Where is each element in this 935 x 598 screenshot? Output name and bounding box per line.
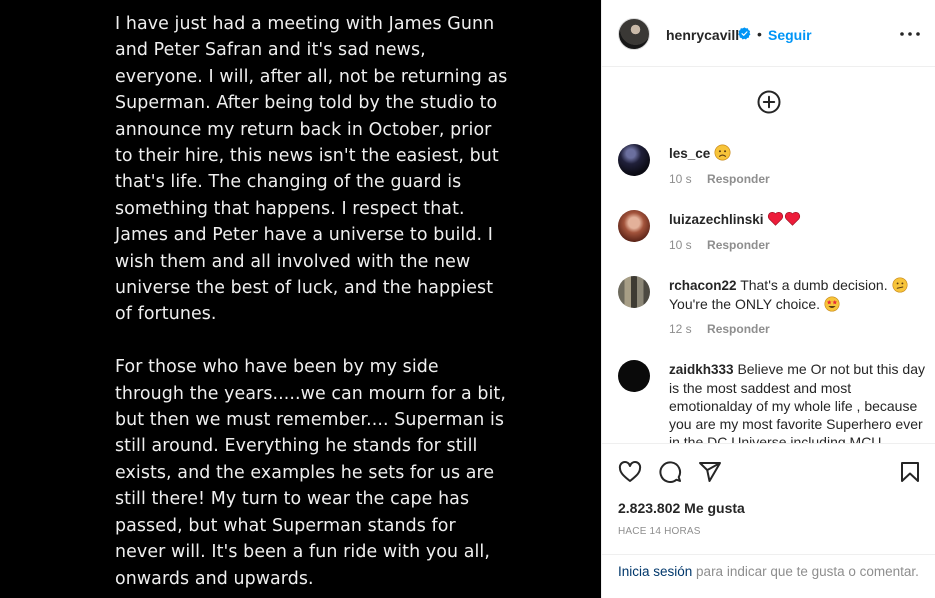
commenter-avatar[interactable] <box>618 276 650 308</box>
login-prompt-text: para indicar que te gusta o comentar. <box>692 564 919 579</box>
post-line: still there! My turn to wear the cape ha… <box>115 489 470 510</box>
post-image[interactable]: I have just had a meeting with James Gun… <box>0 0 601 598</box>
comment-meta: 10 s Responder <box>669 172 770 186</box>
comment-author[interactable]: rchacon22 <box>669 278 737 293</box>
post-line: For those who have been by my side <box>115 357 439 378</box>
more-options-icon[interactable] <box>898 25 922 43</box>
confused-face-emoji-icon <box>891 277 908 293</box>
comment-time: 12 s <box>669 322 692 336</box>
post-line: passed, but what Superman stands for <box>115 515 456 536</box>
comment-time: 10 s <box>669 238 692 252</box>
post-image-text: I have just had a meeting with James Gun… <box>115 11 595 592</box>
comment-meta: 12 s Responder <box>669 322 770 336</box>
heart-icon[interactable] <box>618 460 642 484</box>
login-prompt: Inicia sesión para indicar que te gusta … <box>602 554 935 598</box>
post-line: through the years.....we can mourn for a… <box>115 383 506 404</box>
post-line: everyone. I will, after all, not be retu… <box>115 66 508 87</box>
post-line: Superman. After being told by the studio… <box>115 93 498 114</box>
comment-author[interactable]: luizazechlinski <box>669 212 764 227</box>
login-link[interactable]: Inicia sesión <box>618 564 692 579</box>
plus-circle-icon[interactable] <box>757 90 781 114</box>
comment-body: les_ce <box>669 144 929 163</box>
commenter-avatar[interactable] <box>618 360 650 392</box>
comment-icon[interactable] <box>658 460 682 484</box>
post-line: never will. It's been a fun ride with yo… <box>115 542 490 563</box>
commenter-avatar[interactable] <box>618 210 650 242</box>
post-line: universe the best of luck, and the happi… <box>115 278 494 299</box>
post-line: still around. Everything he stands for s… <box>115 436 478 457</box>
comments-list[interactable]: les_ce 10 s Responder luizazechlinski 10… <box>602 67 935 443</box>
bookmark-icon[interactable] <box>898 460 922 484</box>
heart-emoji-icon <box>768 211 784 226</box>
comment-body: rchacon22 That's a dumb decision. You're… <box>669 276 929 313</box>
post-line: I have just had a meeting with James Gun… <box>115 14 495 34</box>
post-line: to their hire, this news isn't the easie… <box>115 146 499 167</box>
post-line: announce my return back in October, prio… <box>115 119 492 140</box>
post-line: and Peter Safran and it's sad news, <box>115 40 426 61</box>
post-header: henrycavill • Seguir <box>602 0 935 67</box>
comment-text: That's a dumb decision. <box>740 277 888 293</box>
sad-face-emoji-icon <box>714 144 731 161</box>
post-paragraph-2: For those who have been by my side throu… <box>115 354 595 592</box>
post-line: of fortunes. <box>115 304 217 325</box>
share-icon[interactable] <box>698 460 722 484</box>
post-side-panel: henrycavill • Seguir les_ce 10 s Respond… <box>601 0 935 598</box>
comment-text: You're the ONLY choice. <box>669 296 821 312</box>
post-actions: 2.823.802 Me gusta HACE 14 HORAS <box>602 443 935 554</box>
post-line: onwards and upwards. <box>115 568 314 589</box>
post-time[interactable]: HACE 14 HORAS <box>618 526 701 537</box>
author-avatar[interactable] <box>618 18 650 50</box>
heart-emoji-icon <box>785 211 801 226</box>
post-line: that's life. The changing of the guard i… <box>115 172 462 193</box>
comment-meta: 10 s Responder <box>669 238 770 252</box>
post-line: but then we must remember.... Superman i… <box>115 410 505 431</box>
separator-dot: • <box>757 26 762 42</box>
comment-time: 10 s <box>669 172 692 186</box>
author-username[interactable]: henrycavill <box>666 27 739 43</box>
post-line: something that happens. I respect that. <box>115 198 465 219</box>
comment-author[interactable]: les_ce <box>669 146 710 161</box>
commenter-avatar[interactable] <box>618 144 650 176</box>
likes-count[interactable]: 2.823.802 Me gusta <box>618 500 745 516</box>
star-eyes-face-emoji-icon <box>824 296 840 312</box>
verified-badge-icon <box>738 27 751 40</box>
follow-button[interactable]: Seguir <box>768 27 812 43</box>
reply-button[interactable]: Responder <box>707 322 770 336</box>
post-line: James and Peter have a universe to build… <box>115 225 493 246</box>
comment-body: zaidkh333 Believe me Or not but this day… <box>669 360 929 443</box>
post-line: wish them and all involved with the new <box>115 251 471 272</box>
post-paragraph-1: I have just had a meeting with James Gun… <box>115 11 595 328</box>
reply-button[interactable]: Responder <box>707 238 770 252</box>
comment-body: luizazechlinski <box>669 210 929 229</box>
comment-author[interactable]: zaidkh333 <box>669 362 734 377</box>
reply-button[interactable]: Responder <box>707 172 770 186</box>
post-line: exists, and the examples he sets for us … <box>115 462 495 483</box>
